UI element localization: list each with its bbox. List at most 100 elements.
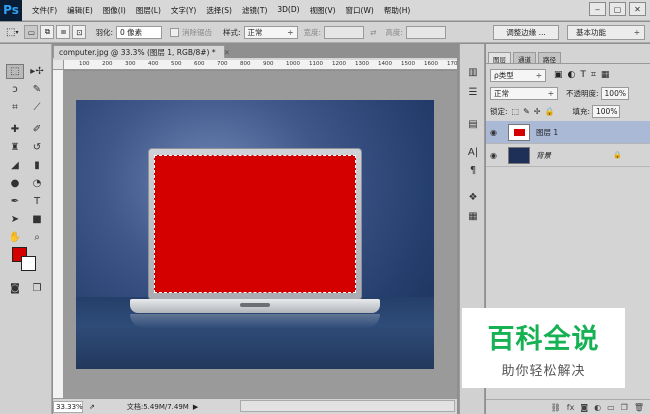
brush-icon[interactable]: ✐ bbox=[28, 122, 46, 137]
tab-layers[interactable]: 图层 bbox=[488, 52, 511, 64]
menu-layer[interactable]: 图层(L) bbox=[136, 5, 161, 16]
width-input[interactable] bbox=[324, 25, 365, 39]
refine-edge-button[interactable]: 调整边缘 ... bbox=[493, 25, 559, 40]
chevron-down-icon: ÷ bbox=[535, 70, 542, 80]
chevron-down-icon[interactable]: ▾ bbox=[15, 29, 18, 36]
paragraph-icon[interactable]: ¶ bbox=[464, 162, 482, 178]
zoom-level-field[interactable]: 33.33% bbox=[53, 400, 83, 413]
rectangle-shape-icon[interactable]: ■ bbox=[28, 212, 46, 227]
quick-select-icon[interactable]: ✎ bbox=[28, 82, 46, 97]
type-icon[interactable]: T bbox=[28, 194, 46, 209]
history-icon[interactable]: ▥ bbox=[464, 64, 482, 80]
red-selection-fill bbox=[154, 155, 356, 293]
filter-type-icons[interactable]: ▣◐T⌗▦ bbox=[554, 70, 614, 80]
menu-help[interactable]: 帮助(H) bbox=[384, 5, 411, 16]
menu-select[interactable]: 选择(S) bbox=[206, 5, 232, 16]
menu-view[interactable]: 视图(V) bbox=[310, 5, 336, 16]
lasso-icon[interactable]: ↄ bbox=[6, 82, 24, 97]
status-menu-icon[interactable]: ⇗ bbox=[89, 403, 95, 411]
adjustment-icon[interactable]: ◐ bbox=[594, 403, 601, 412]
fill-input[interactable]: 100% bbox=[592, 104, 620, 118]
healing-brush-icon[interactable]: ✚ bbox=[6, 122, 24, 137]
laptop-base bbox=[130, 299, 380, 313]
fx-icon[interactable]: fx bbox=[567, 403, 575, 412]
menu-filter[interactable]: 滤镜(T) bbox=[242, 5, 267, 16]
menu-type[interactable]: 文字(Y) bbox=[171, 5, 196, 16]
status-arrow-icon[interactable]: ▶ bbox=[193, 403, 198, 411]
tab-paths[interactable]: 路径 bbox=[538, 52, 561, 64]
grid-icon[interactable]: ▦ bbox=[464, 208, 482, 224]
background-color-swatch[interactable] bbox=[21, 256, 36, 271]
zoom-icon[interactable]: ⌕ bbox=[28, 230, 46, 245]
tab-channels[interactable]: 通道 bbox=[513, 52, 536, 64]
watermark-subtitle: 助你轻松解决 bbox=[501, 364, 586, 379]
layer-row-layer1[interactable]: ◉ 图层 1 bbox=[486, 121, 650, 144]
mask-icon[interactable]: ◙ bbox=[580, 403, 588, 412]
intersect-selection-mode-icon[interactable]: ⊡ bbox=[72, 25, 87, 39]
panel-tabs: 图层 通道 路径 bbox=[486, 52, 650, 64]
style-select[interactable]: 正常 ÷ bbox=[243, 25, 298, 39]
marquee-preset-icon[interactable]: ⬚ bbox=[6, 27, 15, 38]
feather-input[interactable]: 0 像素 bbox=[116, 25, 162, 39]
layer-row-background[interactable]: ◉ 背景 🔒 bbox=[486, 144, 650, 167]
rectangular-marquee-icon[interactable]: ⬚ bbox=[6, 64, 24, 79]
character-icon[interactable]: A| bbox=[464, 144, 482, 160]
window-buttons: ‒ ▢ ✕ bbox=[589, 2, 646, 16]
document-tab[interactable]: computer.jpg @ 33.3% (图层 1, RGB/8#) * ✕ bbox=[53, 45, 230, 59]
menu-3d[interactable]: 3D(D) bbox=[277, 5, 299, 16]
document-size: 文档:5.49M/7.49M bbox=[126, 402, 189, 411]
move-icon[interactable]: ▸✢ bbox=[28, 64, 46, 79]
properties-icon[interactable]: ☰ bbox=[464, 84, 482, 100]
maximize-button[interactable]: ▢ bbox=[609, 2, 626, 16]
subtract-selection-mode-icon[interactable]: ⧈ bbox=[56, 25, 71, 39]
eye-icon[interactable]: ◉ bbox=[490, 128, 502, 137]
layer-thumbnail bbox=[508, 146, 530, 164]
lock-options-icons[interactable]: ⬚✎✢🔒 bbox=[512, 107, 559, 116]
opacity-value: 100% bbox=[604, 88, 626, 98]
document-tab-title: computer.jpg @ 33.3% (图层 1, RGB/8#) * bbox=[59, 48, 216, 57]
screen-mode-icon[interactable]: ❐ bbox=[28, 281, 46, 296]
opacity-input[interactable]: 100% bbox=[600, 86, 629, 100]
folder-icon[interactable]: ▭ bbox=[607, 403, 615, 412]
trash-icon[interactable]: 🗑 bbox=[634, 403, 644, 412]
history-brush-icon[interactable]: ↺ bbox=[28, 140, 46, 155]
height-input[interactable] bbox=[405, 25, 446, 39]
crop-icon[interactable]: ⌗ bbox=[6, 100, 24, 115]
actions-icon[interactable]: ▤ bbox=[464, 116, 482, 132]
dodge-icon[interactable]: ◔ bbox=[28, 176, 46, 191]
horizontal-scrollbar[interactable] bbox=[240, 400, 455, 412]
3d-icon[interactable]: ❖ bbox=[464, 189, 482, 205]
layer-filter-select[interactable]: ρ类型 ÷ bbox=[490, 68, 546, 82]
menu-image[interactable]: 图像(I) bbox=[103, 5, 126, 16]
feather-label: 羽化: bbox=[95, 27, 113, 37]
ruler-tick-label: 300 bbox=[125, 61, 136, 67]
workspace-select[interactable]: 基本功能 ÷ bbox=[567, 25, 645, 40]
add-selection-mode-icon[interactable]: ⧉ bbox=[40, 25, 55, 39]
blur-icon[interactable]: ● bbox=[6, 176, 24, 191]
new-selection-mode-icon[interactable]: ▭ bbox=[24, 25, 39, 39]
opacity-label: 不透明度: bbox=[566, 88, 599, 98]
hand-icon[interactable]: ✋ bbox=[6, 230, 24, 245]
minimize-button[interactable]: ‒ bbox=[589, 2, 606, 16]
document-image[interactable] bbox=[76, 100, 434, 369]
close-button[interactable]: ✕ bbox=[629, 2, 646, 16]
new-layer-icon[interactable]: ❐ bbox=[621, 403, 628, 412]
lock-label: 锁定: bbox=[490, 106, 508, 116]
clone-stamp-icon[interactable]: ♜ bbox=[6, 140, 24, 155]
pen-icon[interactable]: ✒ bbox=[6, 194, 24, 209]
gradient-icon[interactable]: ▮ bbox=[28, 158, 46, 173]
blend-mode-select[interactable]: 正常 ÷ bbox=[490, 86, 558, 100]
menu-edit[interactable]: 编辑(E) bbox=[67, 5, 93, 16]
antialias-checkbox[interactable] bbox=[170, 27, 179, 37]
close-icon[interactable]: ✕ bbox=[224, 48, 230, 57]
path-select-icon[interactable]: ➤ bbox=[6, 212, 24, 227]
link-icon[interactable]: ⛓ bbox=[551, 403, 561, 412]
watermark: 百科全说 助你轻松解决 bbox=[462, 308, 625, 388]
menu-file[interactable]: 文件(F) bbox=[32, 5, 57, 16]
eye-icon[interactable]: ◉ bbox=[490, 151, 502, 160]
menu-window[interactable]: 窗口(W) bbox=[346, 5, 374, 16]
swap-icon[interactable]: ⇄ bbox=[370, 28, 376, 37]
eraser-icon[interactable]: ◢ bbox=[6, 158, 24, 173]
eyedropper-icon[interactable]: ⟋ bbox=[28, 100, 46, 115]
quick-mask-icon[interactable]: ◙ bbox=[6, 281, 24, 296]
